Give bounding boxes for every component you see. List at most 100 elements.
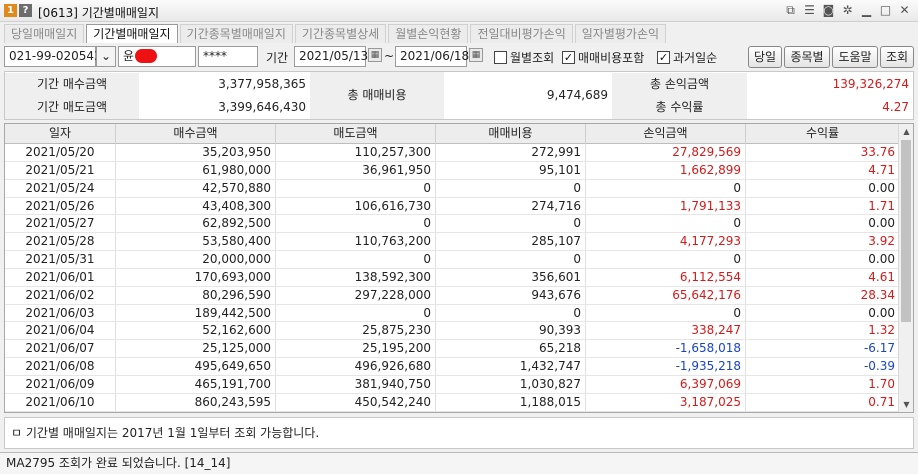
table-row[interactable]: 2021/06/08 495,649,650 496,926,680 1,432,74…	[5, 358, 900, 376]
cell-sell: 297,228,000	[276, 286, 436, 304]
start-calendar-icon[interactable]: ▦	[368, 48, 382, 62]
end-calendar-icon[interactable]: ▦	[469, 48, 483, 62]
cell-pnl: -1,658,018	[586, 340, 746, 358]
total-return-value: 4.27	[882, 100, 909, 114]
scroll-down-icon[interactable]: ▼	[899, 397, 913, 412]
tab-period-stock-journal[interactable]: 기간종목별매매일지	[179, 24, 293, 43]
cell-cost: 0	[436, 215, 586, 233]
account-field[interactable]: 021-99-020543	[4, 46, 102, 67]
help-icon[interactable]: ?	[19, 4, 32, 17]
cell-buy: 25,125,000	[116, 340, 276, 358]
status-bar: MA2795 조회가 완료 되었습니다. [14_14]	[0, 452, 918, 474]
tab-period-stock-detail[interactable]: 기간종목별상세	[294, 24, 387, 43]
cell-sell: 450,542,240	[276, 393, 436, 411]
cell-pnl: 0	[586, 251, 746, 268]
table-row[interactable]: 2021/06/02 80,296,590 297,228,000 943,676 65…	[5, 286, 900, 305]
buy-total-label: 기간 매수금액	[5, 73, 139, 96]
tab-period-journal[interactable]: 기간별매매일지	[86, 24, 178, 43]
table-row[interactable]: 2021/05/31 20,000,000 0 0 0 0.00	[5, 251, 900, 269]
column-header-buy[interactable]: 매수금액	[116, 124, 276, 144]
cell-date: 2021/05/20	[5, 144, 116, 161]
help-button[interactable]: 도움말	[832, 46, 878, 68]
cell-cost: 1,188,015	[436, 393, 586, 411]
tab-monthly-pnl[interactable]: 월별손익현황	[388, 24, 469, 43]
monthly-checkbox-box[interactable]	[494, 51, 507, 64]
camera-icon[interactable]: ◙	[821, 3, 836, 18]
table-row[interactable]: 2021/05/28 53,580,400 110,763,200 285,107 4,…	[5, 233, 900, 252]
cell-sell: 138,592,300	[276, 268, 436, 286]
cell-sell: 381,940,750	[276, 375, 436, 393]
cell-return: 0.71	[746, 393, 900, 411]
by-stock-button[interactable]: 종목별	[784, 46, 830, 68]
table-row[interactable]: 2021/06/04 52,162,600 25,875,230 90,393 338,…	[5, 322, 900, 341]
column-header-sell[interactable]: 매도금액	[276, 124, 436, 144]
table-row[interactable]: 2021/05/27 62,892,500 0 0 0 0.00	[5, 215, 900, 234]
title-bar: 1 ? [0613] 기간별매매일지 ⧉ ☰ ◙ ✲ ▁ □ ✕	[0, 0, 918, 22]
cell-date: 2021/05/26	[5, 197, 116, 215]
today-button[interactable]: 당일	[748, 46, 782, 68]
tab-daily-eval[interactable]: 일자별평가손익	[574, 24, 667, 43]
cell-buy: 62,892,500	[116, 215, 276, 233]
menu-icon[interactable]: ☰	[802, 3, 817, 18]
cell-return: 0.00	[746, 215, 900, 233]
redaction-mark	[135, 49, 158, 63]
account-name-field[interactable]: 윤	[118, 46, 196, 67]
cell-buy: 189,442,500	[116, 304, 276, 322]
cell-sell: 496,926,680	[276, 358, 436, 375]
cell-pnl: 6,112,554	[586, 268, 746, 286]
cell-cost: 90,393	[436, 322, 586, 340]
scroll-thumb[interactable]	[901, 140, 911, 322]
cell-date: 2021/05/31	[5, 251, 116, 268]
tab-prev-day-eval[interactable]: 전일대비평가손익	[470, 24, 573, 43]
table-row[interactable]: 2021/05/24 42,570,880 0 0 0 0.00	[5, 179, 900, 198]
column-header-date[interactable]: 일자	[5, 124, 116, 144]
password-field[interactable]: ****	[198, 46, 258, 67]
cell-cost: 1,030,827	[436, 375, 586, 393]
table-row[interactable]: 2021/05/20 35,203,950 110,257,300 272,991 27…	[5, 144, 900, 162]
scroll-up-icon[interactable]: ▲	[899, 124, 913, 139]
cell-buy: 860,243,595	[116, 393, 276, 411]
past-order-checkbox[interactable]: ✓ 과거일순	[657, 49, 717, 66]
cell-buy: 42,570,880	[116, 179, 276, 197]
settings-icon[interactable]: ✲	[840, 3, 855, 18]
monthly-checkbox[interactable]: 월별조회	[494, 49, 554, 66]
table-row[interactable]: 2021/06/03 189,442,500 0 0 0 0.00	[5, 304, 900, 323]
cell-cost: 0	[436, 251, 586, 268]
search-button[interactable]: 조회	[880, 46, 914, 68]
table-row[interactable]: 2021/06/07 25,125,000 25,195,200 65,218 -1,6…	[5, 340, 900, 359]
column-header-pnl[interactable]: 손익금액	[586, 124, 746, 144]
column-header-return[interactable]: 수익률	[746, 124, 900, 144]
fee-checkbox[interactable]: ✓ 매매비용포함	[562, 49, 644, 66]
maximize-icon[interactable]: □	[878, 3, 893, 18]
column-header-cost[interactable]: 매매비용	[436, 124, 586, 144]
table-row[interactable]: 2021/05/26 43,408,300 106,616,730 274,716 1,…	[5, 197, 900, 216]
tab-daily-journal[interactable]: 당일매매일지	[4, 24, 85, 43]
cell-pnl: 0	[586, 304, 746, 322]
cell-return: 28.34	[746, 286, 900, 304]
table-row[interactable]: 2021/06/09 465,191,700 381,940,750 1,030,82…	[5, 375, 900, 394]
table-row[interactable]: 2021/06/10 860,243,595 450,542,240 1,188,01…	[5, 393, 900, 412]
close-icon[interactable]: ✕	[897, 3, 912, 18]
start-date-field[interactable]: 2021/05/13	[294, 46, 368, 67]
screen-number-icon[interactable]: 1	[4, 4, 17, 17]
cell-return: 1.32	[746, 322, 900, 340]
date-range-tilde: ~	[384, 49, 395, 63]
copy-icon[interactable]: ⧉	[783, 3, 798, 18]
minimize-icon[interactable]: ▁	[859, 3, 874, 18]
end-date-field[interactable]: 2021/06/18	[395, 46, 469, 67]
table-row[interactable]: 2021/05/21 61,980,000 36,961,950 95,101 1,66…	[5, 161, 900, 180]
cell-pnl: 6,397,069	[586, 375, 746, 393]
summary-panel: 기간 매수금액 3,377,958,365 기간 매도금액 3,399,646,…	[4, 71, 914, 120]
past-order-checkbox-box[interactable]: ✓	[657, 51, 670, 64]
grid-header: 일자 매수금액 매도금액 매매비용 손익금액 수익률	[5, 124, 900, 144]
grid-scrollbar[interactable]: ▲ ▼	[898, 124, 913, 412]
fee-checkbox-box[interactable]: ✓	[562, 51, 575, 64]
cell-buy: 35,203,950	[116, 144, 276, 161]
account-dropdown-icon[interactable]: ⌄	[96, 46, 116, 67]
cell-sell: 25,195,200	[276, 340, 436, 358]
cell-return: -6.17	[746, 340, 900, 358]
journal-grid[interactable]: 일자 매수금액 매도금액 매매비용 손익금액 수익률 2021/05/20 35,…	[4, 123, 914, 413]
table-row[interactable]: 2021/06/01 170,693,000 138,592,300 356,601 6…	[5, 268, 900, 287]
info-note: ㅁ 기간별 매매일지는 2017년 1월 1일부터 조회 가능합니다.	[4, 417, 914, 449]
cell-pnl: 338,247	[586, 322, 746, 340]
